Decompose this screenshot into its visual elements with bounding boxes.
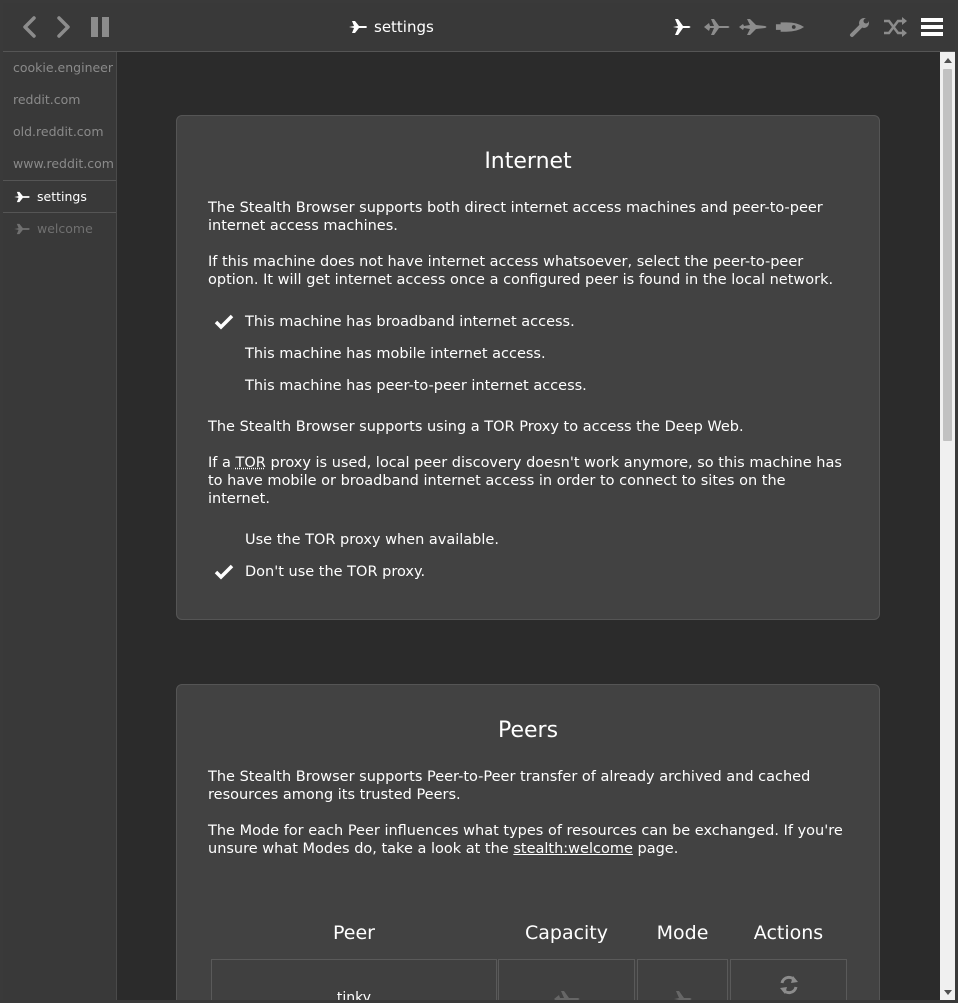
- internet-section: Internet The Stealth Browser supports bo…: [176, 115, 880, 620]
- tor-warning: If a TOR proxy is used, local peer disco…: [208, 454, 848, 508]
- tab-label: welcome: [37, 221, 93, 236]
- mode-audio-button[interactable]: [738, 12, 768, 42]
- column-header-mode: Mode: [656, 922, 709, 944]
- scroll-down-arrow[interactable]: [940, 985, 955, 999]
- wrench-icon: [850, 18, 869, 37]
- option-no-tor[interactable]: Don't use the TOR proxy.: [208, 556, 848, 588]
- page-title-text: settings: [374, 18, 434, 36]
- settings-button[interactable]: [845, 12, 875, 42]
- jet-icon: [704, 19, 730, 35]
- mode-text-button[interactable]: [667, 12, 697, 42]
- chevron-right-icon: [57, 16, 70, 38]
- tab-settings[interactable]: settings: [3, 180, 116, 213]
- plane-icon: [14, 223, 30, 234]
- chevron-left-icon: [23, 16, 36, 38]
- tab-reddit-com[interactable]: reddit.com: [3, 84, 116, 116]
- tor-abbreviation: TOR: [235, 455, 266, 471]
- page-title: settings: [348, 16, 434, 38]
- space-shuttle-icon: [775, 22, 805, 32]
- connection-options: This machine has broadband internet acce…: [208, 306, 848, 402]
- actions-cell: [730, 959, 847, 1000]
- peer-name: tinky: [336, 990, 372, 1000]
- plane-icon: [673, 19, 691, 35]
- peers-description: The Stealth Browser supports Peer-to-Pee…: [208, 769, 811, 803]
- internet-heading: Internet: [484, 149, 572, 174]
- tor-warning-post: proxy is used, local peer discovery does…: [208, 455, 842, 507]
- tor-description: The Stealth Browser supports using a TOR…: [208, 419, 744, 435]
- option-mobile[interactable]: This machine has mobile internet access.: [208, 338, 848, 370]
- peers-heading: Peers: [497, 718, 559, 743]
- plane-icon: [349, 21, 367, 33]
- back-button[interactable]: [15, 12, 45, 42]
- column-header-capacity: Capacity: [524, 922, 609, 944]
- capacity-cell: [498, 959, 635, 1000]
- pause-icon: [91, 17, 109, 37]
- welcome-link[interactable]: stealth:welcome: [513, 841, 633, 857]
- tor-warning-pre: If a: [208, 455, 236, 471]
- shuffle-icon: [884, 17, 907, 37]
- internet-description: The Stealth Browser supports both direct…: [208, 200, 823, 234]
- vertical-scrollbar[interactable]: [940, 52, 955, 1000]
- column-header-actions: Actions: [753, 922, 824, 944]
- tab-label: cookie.engineer: [13, 60, 114, 75]
- tabs-sidebar: cookie.engineer reddit.com old.reddit.co…: [3, 52, 117, 1000]
- option-label: This machine has peer-to-peer internet a…: [245, 378, 587, 394]
- triangle-down-icon: [943, 989, 952, 995]
- browser-window: settings cookie.engineer reddit.com old.…: [3, 3, 955, 1000]
- option-peer-to-peer[interactable]: This machine has peer-to-peer internet a…: [208, 370, 848, 402]
- fighter-jet-icon: [739, 19, 767, 35]
- refresh-icon[interactable]: [778, 974, 800, 996]
- option-label: Use the TOR proxy when available.: [245, 532, 499, 548]
- forward-button[interactable]: [48, 12, 78, 42]
- tor-options: Use the TOR proxy when available. Don't …: [208, 524, 848, 588]
- tab-label: old.reddit.com: [13, 124, 104, 139]
- tab-label: reddit.com: [13, 92, 81, 107]
- column-header-peer: Peer: [333, 922, 375, 944]
- tab-label: www.reddit.com: [13, 156, 114, 171]
- check-icon: [214, 314, 234, 330]
- option-label: Don't use the TOR proxy.: [245, 564, 426, 580]
- hamburger-icon: [921, 18, 943, 36]
- option-use-tor[interactable]: Use the TOR proxy when available.: [208, 524, 848, 556]
- internet-p2p-description: If this machine does not have internet a…: [208, 254, 834, 288]
- jet-icon: [554, 991, 580, 1000]
- peers-modes-post: page.: [632, 841, 679, 857]
- tab-www-reddit-com[interactable]: www.reddit.com: [3, 148, 116, 180]
- plane-icon: [674, 991, 692, 1000]
- option-label: This machine has broadband internet acce…: [245, 314, 575, 330]
- triangle-up-icon: [943, 57, 952, 63]
- page-content: Internet The Stealth Browser supports bo…: [117, 52, 940, 1000]
- peers-modes-description: The Mode for each Peer influences what t…: [208, 822, 848, 858]
- peers-section: Peers The Stealth Browser supports Peer-…: [176, 684, 880, 1000]
- scrollbar-thumb[interactable]: [943, 69, 952, 441]
- tab-cookie-engineer[interactable]: cookie.engineer: [3, 52, 116, 84]
- plane-icon: [14, 191, 30, 202]
- mode-image-button[interactable]: [702, 12, 732, 42]
- mode-cell[interactable]: [637, 959, 728, 1000]
- random-button[interactable]: [880, 12, 910, 42]
- option-label: This machine has mobile internet access.: [245, 346, 546, 362]
- scroll-up-arrow[interactable]: [940, 53, 955, 67]
- tab-welcome[interactable]: welcome: [3, 213, 116, 245]
- check-icon: [214, 564, 234, 580]
- tab-label: settings: [37, 189, 87, 204]
- menu-button[interactable]: [917, 12, 947, 42]
- browser-header: settings: [3, 3, 955, 52]
- option-broadband[interactable]: This machine has broadband internet acce…: [208, 306, 848, 338]
- tab-old-reddit-com[interactable]: old.reddit.com: [3, 116, 116, 148]
- peer-cell: tinky: [211, 959, 497, 1000]
- mode-video-button[interactable]: [775, 12, 805, 42]
- pause-button[interactable]: [85, 12, 115, 42]
